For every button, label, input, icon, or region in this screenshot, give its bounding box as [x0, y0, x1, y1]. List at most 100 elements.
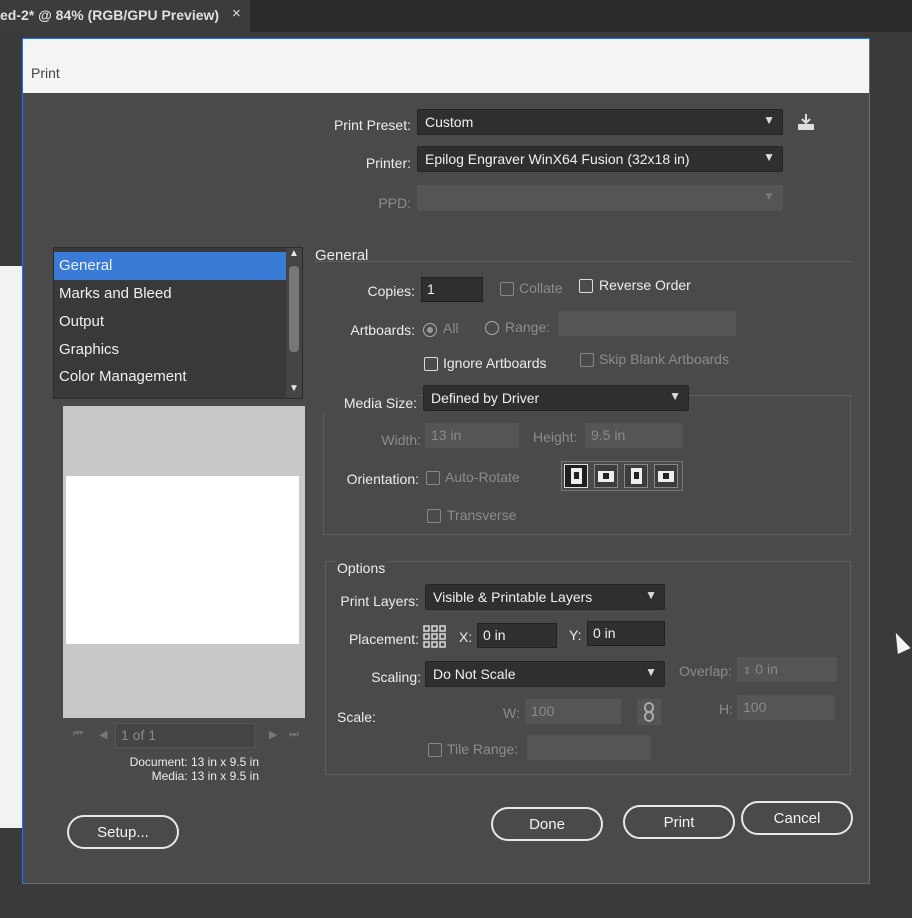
scale-w-label: W: [503, 705, 520, 721]
mouse-cursor-icon [889, 629, 911, 655]
close-icon[interactable]: × [232, 5, 241, 22]
scaling-dropdown[interactable]: Do Not Scale ▼ [425, 661, 665, 687]
chevron-up-icon[interactable]: ▲ [289, 248, 299, 259]
copies-value: 1 [427, 281, 435, 297]
print-layers-dropdown[interactable]: Visible & Printable Layers ▼ [425, 584, 665, 610]
print-preview [63, 406, 305, 718]
sidebar-item-output[interactable]: Output [54, 308, 286, 336]
artboards-range-field[interactable] [558, 311, 736, 336]
last-page-icon[interactable]: ⏭ [289, 728, 299, 741]
placement-x-field[interactable]: 0 in [477, 623, 557, 648]
tile-range-checkbox[interactable] [428, 743, 442, 757]
document-tab-bar: ed-2* @ 84% (RGB/GPU Preview) × [0, 0, 912, 32]
ppd-dropdown[interactable]: ▼ [417, 185, 783, 211]
link-chain-icon[interactable] [637, 699, 661, 725]
artboards-label: Artboards: [350, 322, 415, 338]
sidebar-item-label: Marks and Bleed [59, 285, 172, 302]
dialog-title: Print [31, 65, 60, 81]
chevron-down-icon[interactable]: ▼ [289, 383, 299, 394]
chevron-down-icon: ▼ [669, 389, 681, 403]
artboards-range-radio[interactable] [485, 321, 499, 335]
tile-range-label: Tile Range: [447, 741, 519, 757]
chevron-down-icon: ▼ [645, 588, 657, 602]
scrollbar-thumb[interactable] [289, 266, 299, 352]
media-size-dropdown[interactable]: Defined by Driver ▼ [423, 385, 689, 411]
flipped-landscape-orientation-icon[interactable] [654, 464, 678, 488]
document-size-label: Document: 13 in x 9.5 in [129, 755, 259, 769]
next-page-icon[interactable]: ▶ [269, 728, 277, 741]
scale-w-field[interactable]: 100 [525, 699, 621, 724]
print-button[interactable]: Print [623, 805, 735, 839]
cancel-button[interactable]: Cancel [741, 801, 853, 835]
artboards-all-radio[interactable] [423, 323, 437, 337]
tile-range-field[interactable] [527, 735, 651, 760]
media-size-label: Media Size: [319, 395, 417, 411]
placement-y-label: Y: [569, 627, 582, 643]
skip-blank-checkbox[interactable] [580, 353, 594, 367]
ppd-label: PPD: [378, 195, 411, 211]
print-dialog: Print Print Preset: Custom ▼ Printer: Ep… [22, 38, 870, 884]
portrait-orientation-icon[interactable] [564, 464, 588, 488]
stepper-icon[interactable]: ⇕ [743, 666, 751, 677]
setup-button[interactable]: Setup... [67, 815, 179, 849]
sidebar-item-general[interactable]: General [54, 252, 286, 280]
auto-rotate-checkbox[interactable] [426, 471, 440, 485]
collate-checkbox[interactable] [500, 282, 514, 296]
placement-y-field[interactable]: 0 in [587, 621, 665, 646]
copies-label: Copies: [367, 283, 415, 299]
done-button[interactable]: Done [491, 807, 603, 841]
transverse-checkbox[interactable] [427, 509, 441, 523]
orientation-label: Orientation: [346, 471, 419, 487]
placement-x-label: X: [459, 629, 473, 645]
save-preset-icon[interactable] [795, 111, 817, 133]
overlap-field[interactable]: ⇕ 0 in [737, 657, 837, 682]
first-page-icon[interactable]: ⏮ [73, 728, 83, 741]
height-field[interactable]: 9.5 in [585, 423, 683, 448]
ignore-artboards-checkbox[interactable] [424, 357, 438, 371]
scale-h-label: H: [719, 701, 733, 717]
dialog-titlebar: Print [23, 39, 869, 93]
sidebar-item-color-management[interactable]: Color Management [54, 363, 286, 391]
scale-h-value: 100 [743, 699, 767, 715]
setup-button-label: Setup... [97, 824, 149, 841]
height-value: 9.5 in [591, 427, 626, 443]
print-layers-label: Print Layers: [340, 593, 419, 609]
reverse-order-label: Reverse Order [599, 277, 691, 293]
sidebar-item-label: Graphics [59, 341, 120, 358]
sidebar-item-marks-and-bleed[interactable]: Marks and Bleed [54, 280, 286, 308]
prev-page-icon[interactable]: ◀ [99, 728, 107, 741]
scale-label: Scale: [337, 709, 376, 725]
category-list[interactable]: General Marks and Bleed Output Graphics … [53, 247, 303, 399]
width-label: Width: [381, 432, 421, 448]
done-button-label: Done [529, 816, 565, 833]
reverse-order-checkbox[interactable] [579, 279, 593, 293]
list-scrollbar[interactable]: ▲ ▼ [286, 248, 302, 398]
landscape-orientation-icon[interactable] [594, 464, 618, 488]
page-indicator: 1 of 1 [121, 727, 157, 743]
document-tab[interactable]: ed-2* @ 84% (RGB/GPU Preview) × [0, 0, 250, 32]
width-field[interactable]: 13 in [425, 423, 519, 448]
scaling-value: Do Not Scale [433, 666, 516, 682]
printer-label: Printer: [365, 155, 411, 171]
cancel-button-label: Cancel [773, 810, 821, 827]
scale-h-field[interactable]: 100 [737, 695, 835, 720]
copies-field[interactable]: 1 [421, 277, 483, 302]
scaling-label: Scaling: [371, 669, 421, 685]
placement-label: Placement: [348, 631, 419, 647]
skip-blank-label: Skip Blank Artboards [599, 351, 729, 367]
chevron-down-icon: ▼ [763, 150, 775, 164]
ignore-artboards-label: Ignore Artboards [443, 355, 547, 371]
overlap-label: Overlap: [679, 663, 732, 679]
placement-x-value: 0 in [483, 627, 506, 643]
width-value: 13 in [431, 427, 462, 443]
printer-value: Epilog Engraver WinX64 Fusion (32x18 in) [425, 151, 690, 167]
print-preset-value: Custom [425, 114, 474, 130]
sidebar-item-graphics[interactable]: Graphics [54, 336, 286, 364]
chevron-down-icon: ▼ [763, 113, 775, 127]
placement-grid-icon[interactable] [423, 625, 447, 649]
printer-dropdown[interactable]: Epilog Engraver WinX64 Fusion (32x18 in)… [417, 146, 783, 172]
print-preset-dropdown[interactable]: Custom ▼ [417, 109, 783, 135]
page-indicator-field[interactable]: 1 of 1 [115, 723, 255, 748]
flipped-portrait-orientation-icon[interactable] [624, 464, 648, 488]
preview-page [66, 476, 299, 644]
